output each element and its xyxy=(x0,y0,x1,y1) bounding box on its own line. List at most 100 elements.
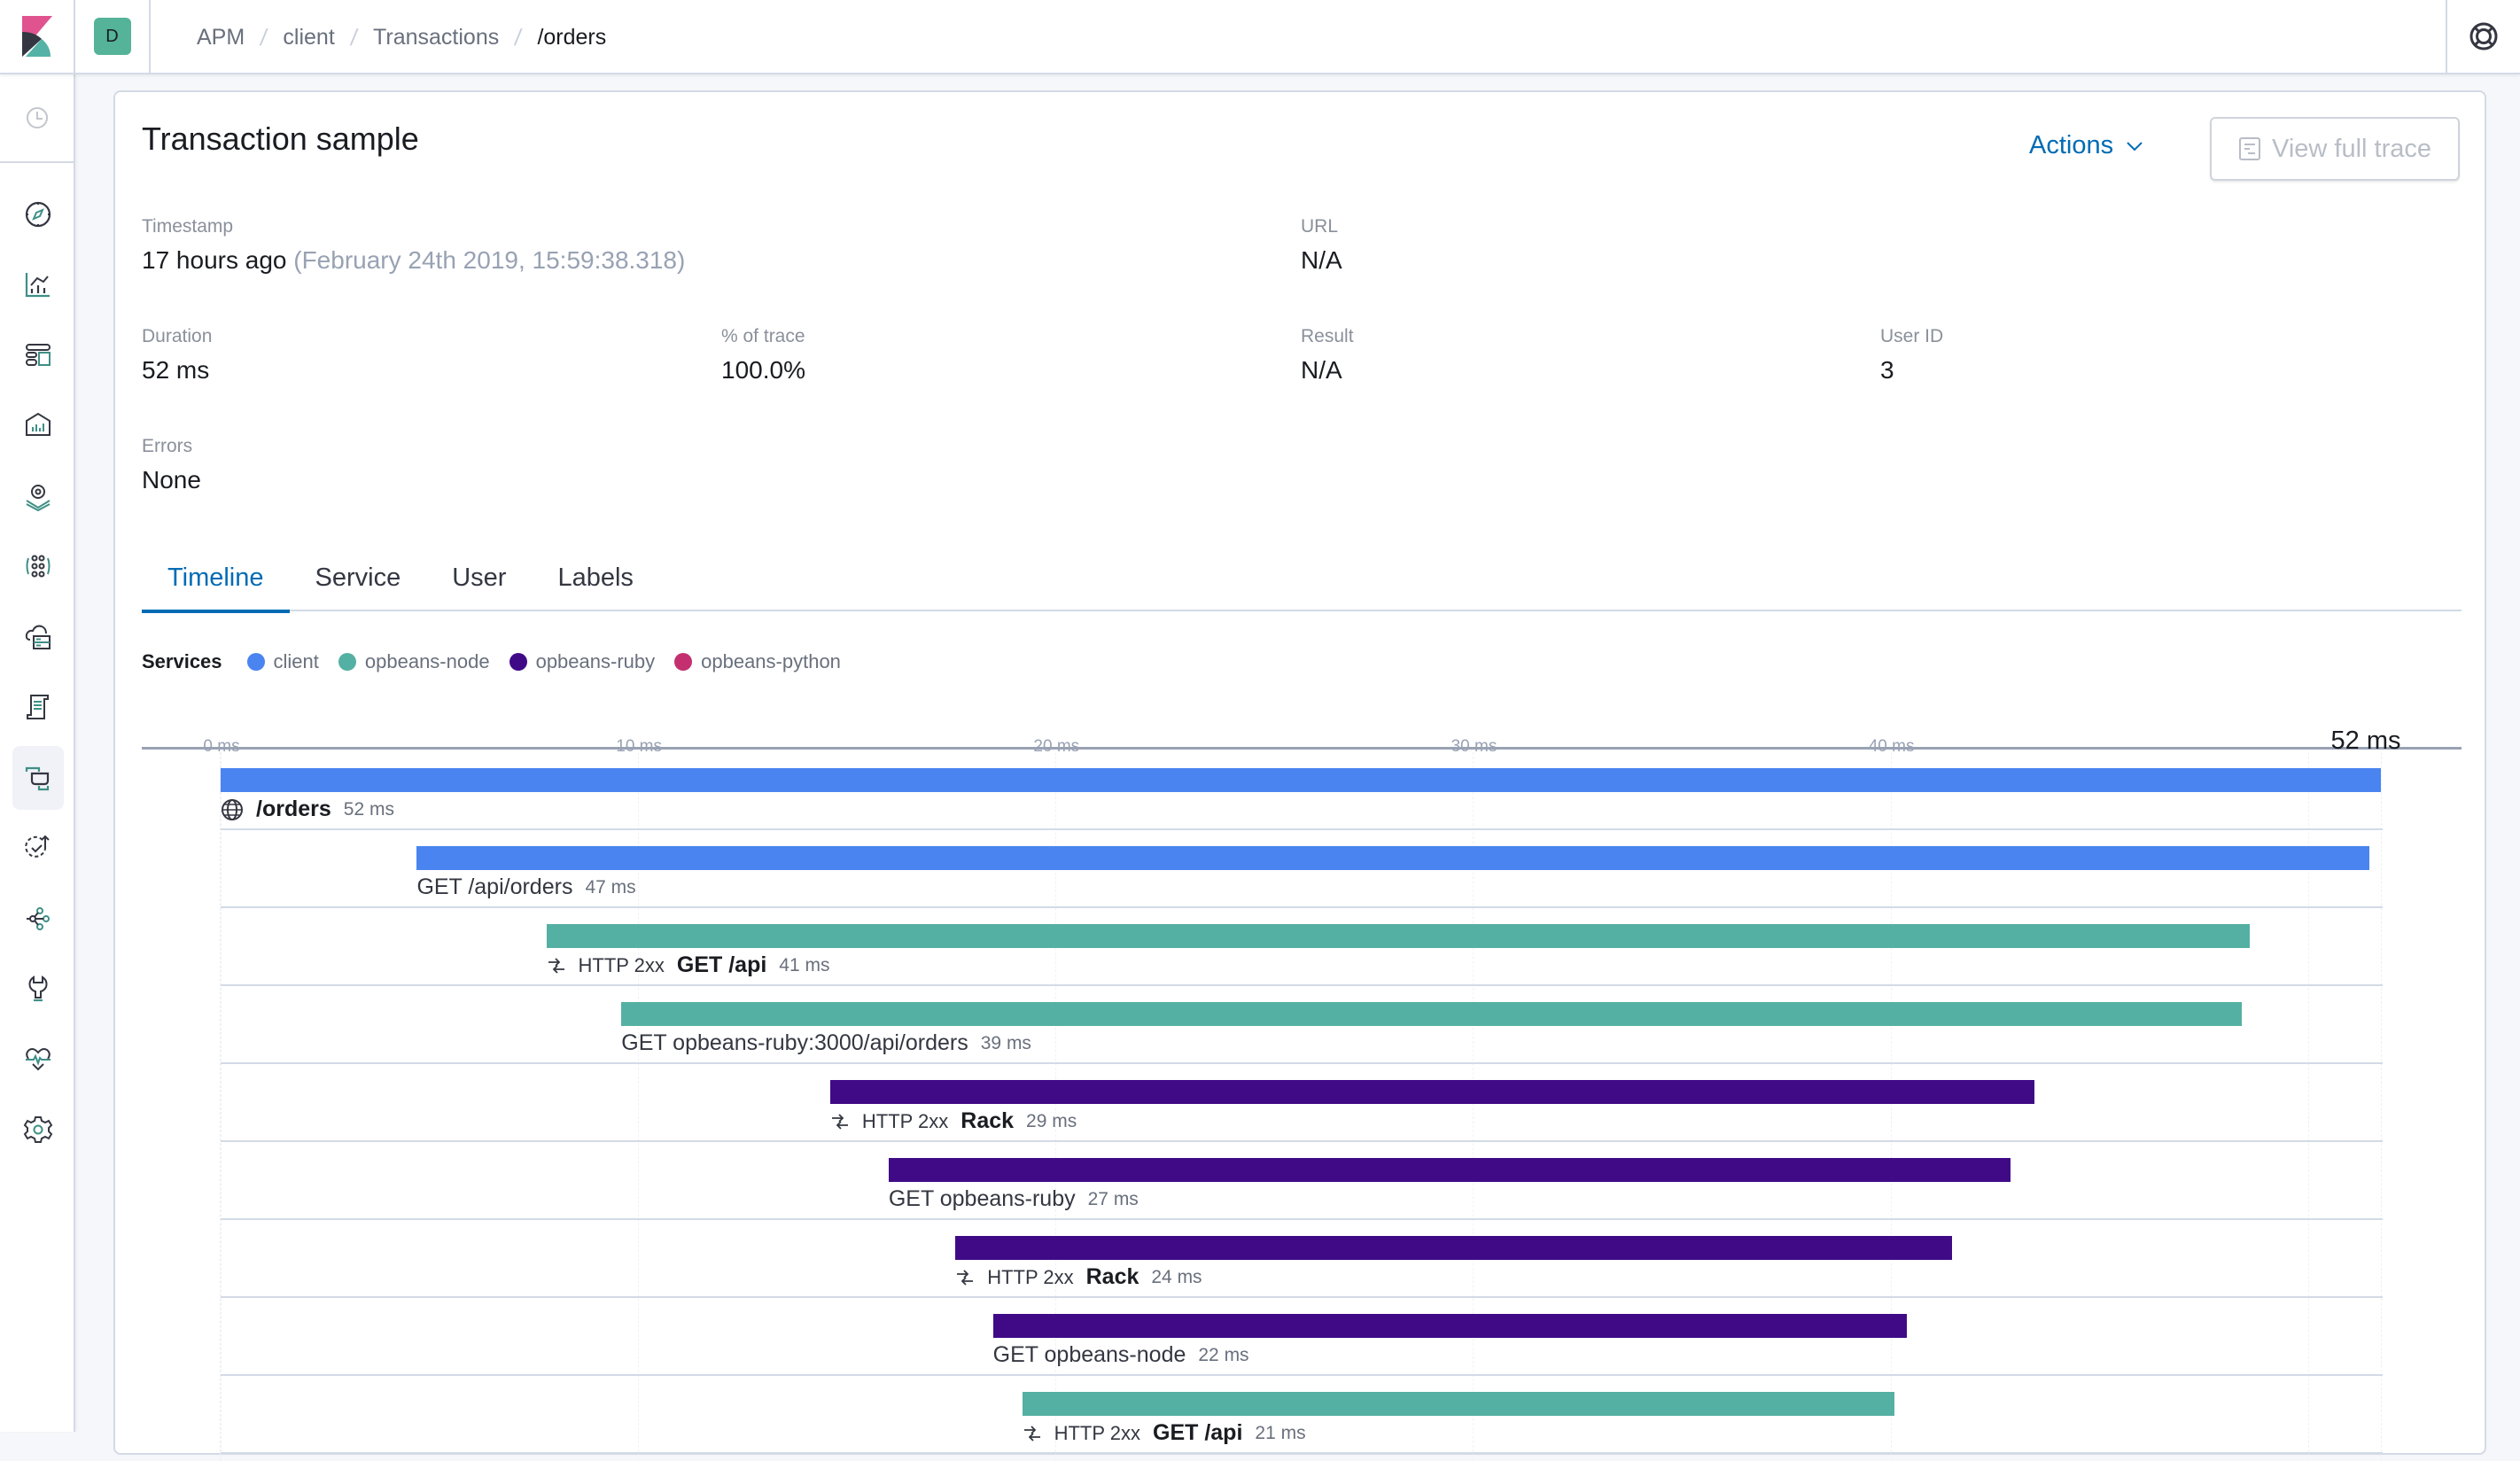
tab-bar: Timeline Service User Labels xyxy=(142,553,2462,613)
item-name: GET /api xyxy=(1153,1420,1243,1445)
legend-dot xyxy=(246,653,265,671)
waterfall-bar[interactable] xyxy=(621,1002,2242,1026)
sidebar-item-apm[interactable] xyxy=(0,742,75,813)
sidebar-item-uptime[interactable] xyxy=(0,813,75,884)
gear-icon xyxy=(23,1116,52,1144)
lifebuoy-icon xyxy=(2469,22,2498,51)
top-header: D APM / client / Transactions / /orders xyxy=(0,0,2520,74)
field-value: 17 hours ago (February 24th 2019, 15:59:… xyxy=(142,246,685,275)
item-name: GET opbeans-node xyxy=(992,1342,1186,1367)
sidebar-item-maps[interactable] xyxy=(0,461,75,532)
exchange-icon xyxy=(1023,1424,1042,1443)
page-title: Transaction sample xyxy=(142,120,419,157)
item-name: GET opbeans-ruby xyxy=(888,1186,1076,1211)
side-nav xyxy=(0,74,75,1432)
waterfall-label: GET opbeans-node 22 ms xyxy=(993,1342,1249,1368)
waterfall-row[interactable]: GET opbeans-node 22 ms xyxy=(221,1298,2383,1376)
view-full-trace-button[interactable]: View full trace xyxy=(2210,117,2460,181)
maps-icon xyxy=(25,484,51,511)
breadcrumb-separator: / xyxy=(259,23,269,51)
tab-user[interactable]: User xyxy=(426,553,532,611)
breadcrumb-current: /orders xyxy=(537,24,607,50)
waterfall-row[interactable]: HTTP 2xx Rack 24 ms xyxy=(221,1220,2383,1298)
legend-item-opbeans-python[interactable]: opbeans-python xyxy=(674,650,841,673)
actions-menu-button[interactable]: Actions xyxy=(2029,131,2143,160)
waterfall-label: HTTP 2xx GET /api 41 ms xyxy=(547,952,830,978)
compass-icon xyxy=(25,201,51,227)
field-value: 100.0% xyxy=(721,356,805,384)
waterfall-label: /orders 52 ms xyxy=(221,797,394,822)
item-duration: 52 ms xyxy=(343,798,394,820)
legend-dot xyxy=(674,653,693,671)
space-avatar[interactable]: D xyxy=(93,18,131,55)
breadcrumb-separator: / xyxy=(513,23,524,51)
sidebar-item-machine-learning[interactable] xyxy=(0,532,75,602)
sidebar-item-monitoring[interactable] xyxy=(0,1024,75,1095)
breadcrumb-apm[interactable]: APM xyxy=(197,25,245,51)
legend-label: client xyxy=(273,650,319,672)
item-duration: 27 ms xyxy=(1087,1188,1139,1209)
waterfall-row[interactable]: HTTP 2xx GET /api 21 ms xyxy=(221,1376,2383,1454)
waterfall-bar[interactable] xyxy=(1022,1392,1895,1416)
legend-item-opbeans-ruby[interactable]: opbeans-ruby xyxy=(509,650,656,673)
field-value: None xyxy=(142,466,201,493)
sidebar-item-dev-tools[interactable] xyxy=(0,954,75,1025)
item-duration: 29 ms xyxy=(1026,1110,1077,1131)
waterfall-bar[interactable] xyxy=(955,1236,1953,1260)
waterfall-row[interactable]: /orders 52 ms xyxy=(221,752,2383,830)
sidebar-item-discover[interactable] xyxy=(0,179,75,250)
waterfall-label: HTTP 2xx Rack 24 ms xyxy=(955,1264,1202,1290)
sidebar-item-visualize[interactable] xyxy=(0,250,75,321)
waterfall-bar[interactable] xyxy=(416,846,2369,870)
field-value: N/A xyxy=(1301,246,1342,274)
waterfall-label: GET opbeans-ruby:3000/api/orders 39 ms xyxy=(621,1030,1031,1056)
waterfall-bar[interactable] xyxy=(546,924,2250,948)
breadcrumb-transactions[interactable]: Transactions xyxy=(373,25,499,51)
breadcrumb-client[interactable]: client xyxy=(283,25,334,51)
field-value: N/A xyxy=(1301,356,1342,384)
waterfall-bar[interactable] xyxy=(888,1158,2011,1182)
breadcrumb-separator: / xyxy=(348,23,360,51)
view-full-trace-label: View full trace xyxy=(2272,134,2431,163)
waterfall-row[interactable]: HTTP 2xx GET /api 41 ms xyxy=(221,908,2383,986)
field-result: Result N/A xyxy=(1301,326,1354,385)
transaction-sample-panel: Transaction sample Actions View full tra… xyxy=(113,90,2486,1461)
field-user-id: User ID 3 xyxy=(1880,326,1943,385)
sidebar-item-infrastructure[interactable] xyxy=(0,602,75,672)
waterfall-row[interactable]: GET opbeans-ruby 27 ms xyxy=(221,1142,2383,1220)
waterfall-row[interactable]: HTTP 2xx Rack 29 ms xyxy=(221,1064,2383,1142)
sidebar-item-graph[interactable] xyxy=(0,883,75,954)
legend-label: opbeans-node xyxy=(364,650,490,672)
infrastructure-icon xyxy=(25,625,51,649)
field-label: User ID xyxy=(1880,326,1944,346)
waterfall-label: HTTP 2xx GET /api 21 ms xyxy=(1023,1420,1306,1446)
legend-item-client[interactable]: client xyxy=(246,650,319,673)
recently-viewed-button[interactable] xyxy=(0,74,74,163)
sidebar-item-canvas[interactable] xyxy=(0,391,75,462)
heartbeat-icon xyxy=(25,1047,51,1071)
help-button[interactable] xyxy=(2446,0,2520,73)
tab-service[interactable]: Service xyxy=(290,553,427,611)
tab-labels[interactable]: Labels xyxy=(532,553,658,611)
waterfall-row[interactable]: GET /api/orders 47 ms xyxy=(221,830,2383,908)
legend-label: opbeans-ruby xyxy=(535,650,656,672)
waterfall-bar[interactable] xyxy=(992,1314,1907,1338)
waterfall: /orders 52 ms GET /api/orders 47 ms HTTP 2xx… xyxy=(220,752,2383,1461)
tab-timeline[interactable]: Timeline xyxy=(142,553,290,613)
item-duration: 21 ms xyxy=(1255,1422,1306,1443)
sidebar-item-dashboard[interactable] xyxy=(0,320,75,391)
kibana-logo[interactable] xyxy=(0,0,75,73)
services-legend: Services client opbeans-node opbeans-ruby o… xyxy=(142,650,860,673)
sidebar-item-management[interactable] xyxy=(0,1095,75,1166)
waterfall-row[interactable]: GET opbeans-ruby:3000/api/orders 39 ms xyxy=(221,986,2383,1064)
legend-dot xyxy=(509,653,527,671)
exchange-icon xyxy=(830,1112,850,1131)
space-selector[interactable]: D xyxy=(75,0,151,73)
field-value: 3 xyxy=(1880,356,1894,384)
waterfall-bar[interactable] xyxy=(829,1080,2035,1104)
item-name: GET /api/orders xyxy=(416,874,573,899)
waterfall-bar[interactable] xyxy=(221,768,2381,792)
sidebar-item-logs[interactable] xyxy=(0,672,75,743)
legend-item-opbeans-node[interactable]: opbeans-node xyxy=(338,650,490,673)
item-duration: 41 ms xyxy=(779,954,830,975)
